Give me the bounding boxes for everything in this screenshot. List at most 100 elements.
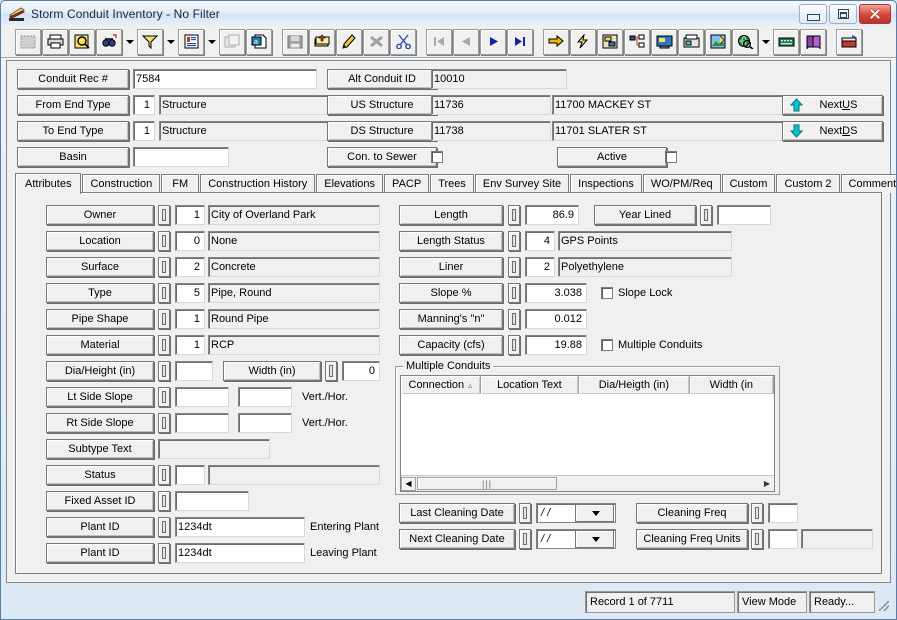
length-status-picker-button[interactable] <box>508 231 520 251</box>
slope-lock-checkbox[interactable] <box>601 287 613 299</box>
material-code-input[interactable]: 1 <box>175 335 205 355</box>
lt-side-slope-hor-input[interactable] <box>238 387 292 407</box>
us-structure-id-input[interactable]: 11736 <box>431 95 551 115</box>
next-cleaning-date-picker-button[interactable] <box>519 529 531 549</box>
pipe-shape-label-button[interactable]: Pipe Shape <box>46 309 154 329</box>
active-checkbox[interactable] <box>665 151 677 163</box>
tab-env-survey-site[interactable]: Env Survey Site <box>474 174 570 193</box>
next-record-icon[interactable] <box>480 28 506 55</box>
grid-horizontal-scrollbar[interactable]: ◀ ||| ▶ <box>401 475 774 491</box>
next-cleaning-date-label-button[interactable]: Next Cleaning Date <box>399 529 515 549</box>
location-code-input[interactable]: 0 <box>175 231 205 251</box>
lightning-icon[interactable] <box>570 28 596 55</box>
lt-side-slope-label-button[interactable]: Lt Side Slope <box>46 387 154 407</box>
tab-inspections[interactable]: Inspections <box>570 174 642 193</box>
capacity-picker-button[interactable] <box>508 335 520 355</box>
tab-wo-pm-req[interactable]: WO/PM/Req <box>642 174 721 193</box>
liner-code-input[interactable]: 2 <box>525 257 555 277</box>
mannings-input[interactable]: 0.012 <box>525 309 587 329</box>
fixed-asset-id-label-button[interactable]: Fixed Asset ID <box>46 491 154 511</box>
scrollbar-thumb[interactable]: ||| <box>417 477 557 490</box>
fax-icon[interactable] <box>678 28 704 55</box>
con-to-sewer-label-button[interactable]: Con. to Sewer <box>327 147 437 167</box>
picture-edit-icon[interactable] <box>705 28 731 55</box>
dia-height-picker-button[interactable] <box>158 361 170 381</box>
find-dropdown-arrow[interactable] <box>123 30 136 54</box>
scroll-left-arrow[interactable]: ◀ <box>401 476 416 491</box>
liner-picker-button[interactable] <box>508 257 520 277</box>
cleaning-freq-units-picker-button[interactable] <box>751 529 763 549</box>
plant-id-entering-picker-button[interactable] <box>158 517 170 537</box>
rt-side-slope-hor-input[interactable] <box>238 413 292 433</box>
tab-construction[interactable]: Construction <box>82 174 161 193</box>
location-picker-button[interactable] <box>158 231 170 251</box>
conduit-rec-label-button[interactable]: Conduit Rec # <box>17 69 129 89</box>
length-status-code-input[interactable]: 4 <box>525 231 555 251</box>
tab-custom[interactable]: Custom <box>721 174 776 193</box>
capacity-input[interactable]: 19.88 <box>525 335 587 355</box>
chevron-down-icon-2[interactable] <box>574 530 614 548</box>
type-label-button[interactable]: Type <box>46 283 154 303</box>
export-icon[interactable]: a <box>246 28 272 55</box>
surface-label-button[interactable]: Surface <box>46 257 154 277</box>
tab-custom-2[interactable]: Custom 2 <box>776 174 840 193</box>
mannings-label-button[interactable]: Manning's "n" <box>399 309 503 329</box>
cleaning-freq-units-code-input[interactable] <box>768 529 798 549</box>
material-picker-button[interactable] <box>158 335 170 355</box>
surface-picker-button[interactable] <box>158 257 170 277</box>
status-label-button[interactable]: Status <box>46 465 154 485</box>
conduit-rec-input[interactable]: 7584 <box>133 69 317 89</box>
length-input[interactable]: 86.9 <box>525 205 579 225</box>
print-icon[interactable] <box>42 28 68 55</box>
liner-label-button[interactable]: Liner <box>399 257 503 277</box>
fixed-asset-id-picker-button[interactable] <box>158 491 170 511</box>
grid-col-location-text[interactable]: Location Text <box>481 376 580 394</box>
width-picker-button[interactable] <box>325 361 337 381</box>
length-label-button[interactable]: Length <box>399 205 503 225</box>
type-picker-button[interactable] <box>158 283 170 303</box>
previous-record-icon[interactable] <box>453 28 479 55</box>
first-record-icon[interactable] <box>426 28 452 55</box>
capacity-label-button[interactable]: Capacity (cfs) <box>399 335 503 355</box>
globe-search-icon[interactable] <box>732 28 758 55</box>
report-icon[interactable] <box>178 28 204 55</box>
to-end-type-label-button[interactable]: To End Type <box>17 121 129 141</box>
status-code-input[interactable] <box>175 465 205 485</box>
find-icon[interactable] <box>96 28 122 55</box>
status-picker-button[interactable] <box>158 465 170 485</box>
ds-structure-label-button[interactable]: DS Structure <box>327 121 437 141</box>
material-label-button[interactable]: Material <box>46 335 154 355</box>
from-end-type-code-input[interactable]: 1 <box>133 95 155 115</box>
report-dropdown-arrow[interactable] <box>205 30 218 54</box>
globe-dropdown-arrow[interactable] <box>759 30 772 54</box>
lt-side-slope-picker-button[interactable] <box>158 387 170 407</box>
rt-side-slope-label-button[interactable]: Rt Side Slope <box>46 413 154 433</box>
length-status-label-button[interactable]: Length Status <box>399 231 503 251</box>
slope-label-button[interactable]: Slope % <box>399 283 503 303</box>
surface-code-input[interactable]: 2 <box>175 257 205 277</box>
dia-height-label-button[interactable]: Dia/Height (in) <box>46 361 154 381</box>
edit-record-icon[interactable] <box>336 28 362 55</box>
filter-icon[interactable] <box>137 28 163 55</box>
next-us-button[interactable]: Next US <box>782 95 883 115</box>
pipe-shape-code-input[interactable]: 1 <box>175 309 205 329</box>
lt-side-slope-vert-input[interactable] <box>175 387 229 407</box>
help-book-icon[interactable] <box>800 28 826 55</box>
close-button[interactable] <box>859 4 891 24</box>
last-cleaning-date-label-button[interactable]: Last Cleaning Date <box>399 503 515 523</box>
tab-pacp[interactable]: PACP <box>384 174 430 193</box>
tab-elevations[interactable]: Elevations <box>316 174 384 193</box>
plant-id-leaving-input[interactable]: 1234dt <box>175 543 305 563</box>
cleaning-freq-picker-button[interactable] <box>751 503 763 523</box>
last-cleaning-date-combo[interactable]: / / <box>536 503 616 523</box>
plant-id-leaving-label-button[interactable]: Plant ID <box>46 543 154 563</box>
year-lined-picker-button[interactable] <box>700 205 712 225</box>
print-preview-icon[interactable] <box>69 28 95 55</box>
grid-col-width[interactable]: Width (in <box>690 376 774 394</box>
owner-label-button[interactable]: Owner <box>46 205 154 225</box>
goto-icon[interactable] <box>543 28 569 55</box>
copy-record-icon[interactable] <box>219 28 245 55</box>
layout-icon[interactable] <box>597 28 623 55</box>
monitor-icon[interactable] <box>651 28 677 55</box>
delete-record-icon[interactable] <box>363 28 389 55</box>
